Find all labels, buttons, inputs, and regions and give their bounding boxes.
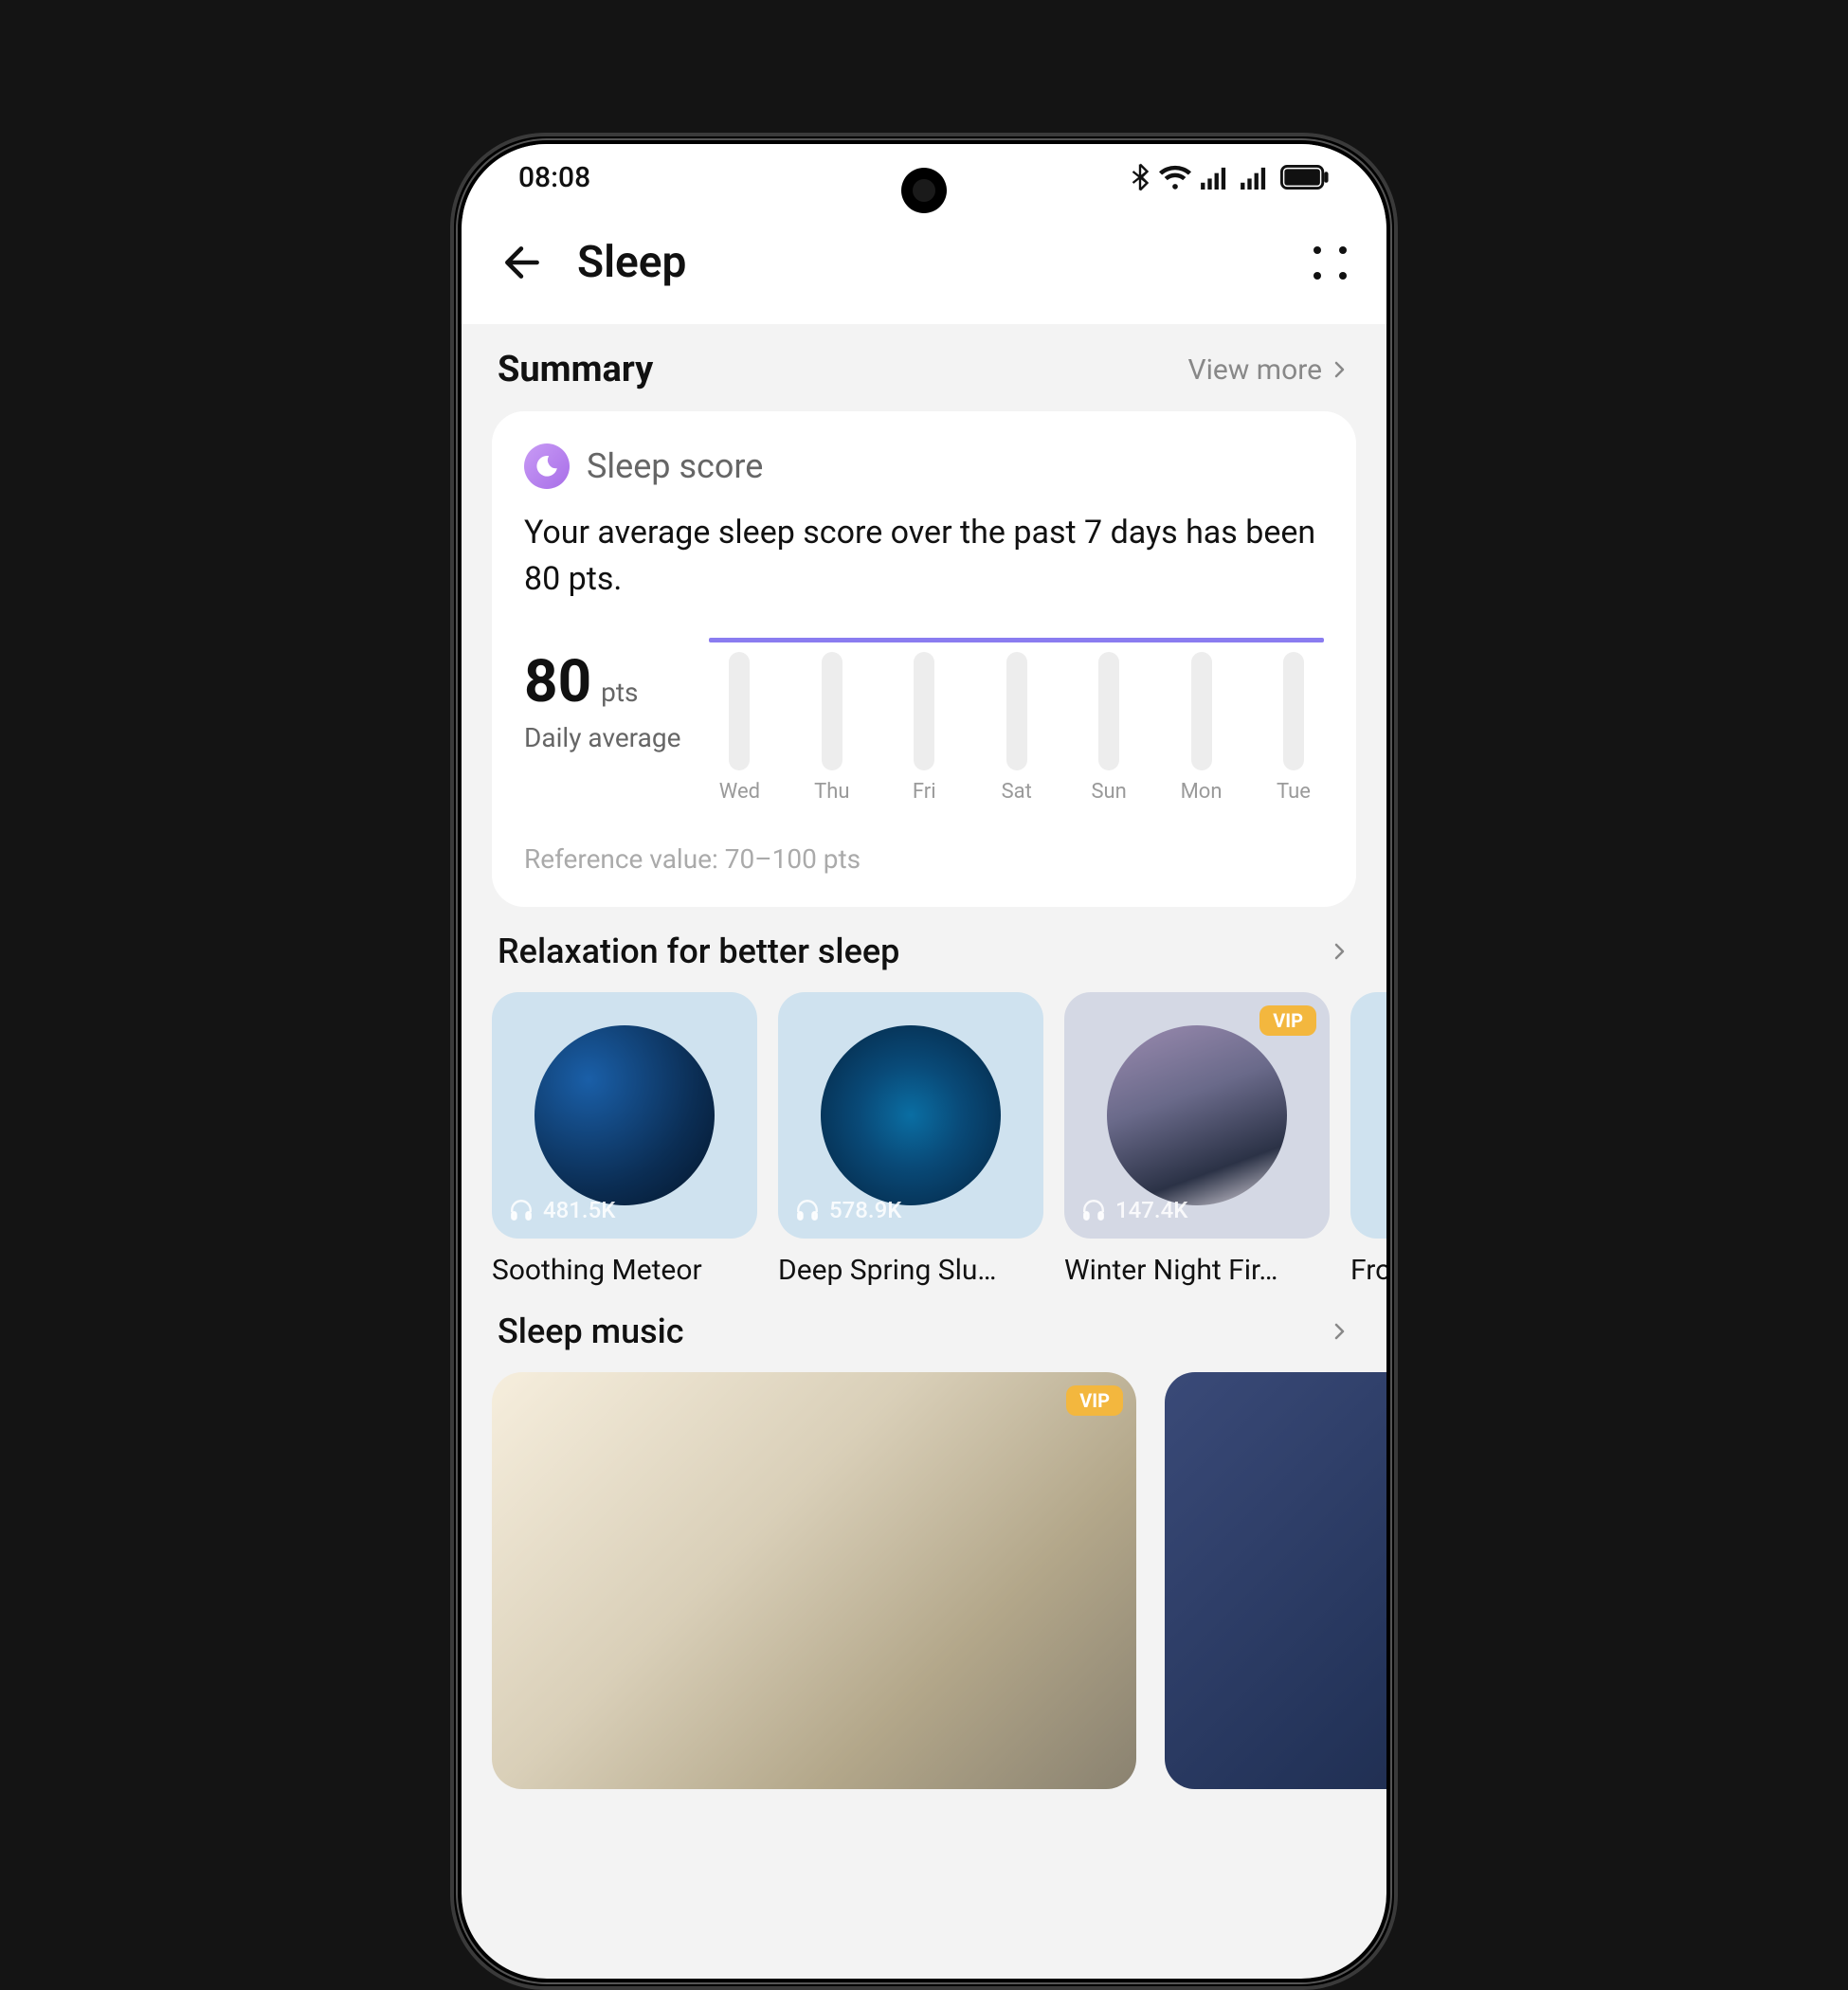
track-item[interactable]: 578.9K Deep Spring Slu… — [778, 992, 1043, 1287]
track-name: Deep Spring Slu… — [778, 1254, 1043, 1287]
track-item[interactable]: Fro… — [1350, 992, 1386, 1287]
chart-day-label: Mon — [1181, 780, 1223, 804]
sleep-music-header[interactable]: Sleep music — [492, 1287, 1356, 1372]
track-thumbnail: 578.9K — [778, 992, 1043, 1239]
track-image — [1107, 1025, 1287, 1205]
vip-badge: VIP — [1066, 1385, 1123, 1416]
track-name: Soothing Meteor — [492, 1254, 757, 1287]
chevron-right-icon — [1328, 358, 1350, 381]
reference-value: Reference value: 70–100 pts — [524, 843, 1324, 875]
chart-bar: Sun — [1080, 652, 1137, 804]
chart-day-label: Sun — [1091, 780, 1126, 804]
back-button[interactable] — [499, 239, 547, 286]
relaxation-header[interactable]: Relaxation for better sleep — [492, 907, 1356, 992]
chart-day-label: Thu — [814, 780, 849, 804]
track-name: Fro… — [1350, 1254, 1386, 1287]
screen: 08:08 Sleep Summary View more — [462, 144, 1386, 1979]
track-thumbnail — [1350, 992, 1386, 1239]
battery-icon — [1280, 165, 1330, 190]
track-image — [821, 1025, 1001, 1205]
play-count: 578.9K — [795, 1197, 901, 1223]
chart-bar: Fri — [896, 652, 952, 804]
headphones-icon — [509, 1198, 534, 1222]
summary-header: Summary View more — [492, 324, 1356, 411]
status-time: 08:08 — [518, 161, 590, 194]
sleep-score-value: 80 — [524, 647, 591, 716]
chart-bar: Wed — [711, 652, 768, 804]
chart-day-label: Sat — [1002, 780, 1032, 804]
page-title: Sleep — [577, 237, 1280, 288]
phone-frame: 08:08 Sleep Summary View more — [450, 133, 1398, 1990]
sleep-score-title: Sleep score — [587, 446, 763, 486]
chevron-right-icon — [1328, 1320, 1350, 1343]
track-thumbnail: VIP 147.4K — [1064, 992, 1330, 1239]
track-name: Winter Night Fir… — [1064, 1254, 1330, 1287]
chevron-right-icon — [1328, 940, 1350, 963]
sleep-music-list[interactable]: VIP — [462, 1372, 1386, 1789]
nav-bar: Sleep — [462, 201, 1386, 324]
track-item[interactable]: 481.5K Soothing Meteor — [492, 992, 757, 1287]
sleep-score-card[interactable]: Sleep score Your average sleep score ove… — [492, 411, 1356, 907]
chart-day-label: Wed — [719, 780, 760, 804]
summary-heading: Summary — [498, 349, 653, 390]
chart-bar: Tue — [1265, 652, 1322, 804]
bluetooth-icon — [1131, 163, 1150, 191]
sleep-score-sub: Daily average — [524, 722, 680, 753]
track-image — [534, 1025, 715, 1205]
relaxation-track-list[interactable]: 481.5K Soothing Meteor 578.9K Deep Spring S… — [462, 992, 1386, 1287]
front-camera — [901, 168, 947, 213]
wifi-icon — [1159, 165, 1191, 190]
moon-icon — [524, 443, 570, 489]
chart-bar: Mon — [1173, 652, 1230, 804]
chart-bar: Thu — [804, 652, 861, 804]
chart-day-label: Fri — [913, 780, 936, 804]
play-count: 147.4K — [1081, 1197, 1187, 1223]
sleep-score-unit: pts — [601, 677, 638, 708]
signal-icon — [1241, 165, 1271, 190]
signal-icon — [1201, 165, 1231, 190]
track-thumbnail: 481.5K — [492, 992, 757, 1239]
more-menu-button[interactable] — [1311, 244, 1349, 281]
headphones-icon — [795, 1198, 820, 1222]
music-card[interactable]: VIP — [492, 1372, 1136, 1789]
music-card[interactable] — [1165, 1372, 1386, 1789]
chart-bar: Sat — [988, 652, 1045, 804]
relaxation-heading: Relaxation for better sleep — [498, 932, 899, 971]
sleep-score-description: Your average sleep score over the past 7… — [524, 510, 1324, 604]
headphones-icon — [1081, 1198, 1106, 1222]
view-more-button[interactable]: View more — [1187, 353, 1350, 387]
sleep-music-heading: Sleep music — [498, 1312, 684, 1351]
chart-day-label: Tue — [1277, 780, 1311, 804]
vip-badge: VIP — [1259, 1005, 1316, 1036]
track-item[interactable]: VIP 147.4K Winter Night Fir… — [1064, 992, 1330, 1287]
sleep-score-chart: Wed Thu Fri Sat Sun Mon Tue — [709, 638, 1324, 804]
play-count: 481.5K — [509, 1197, 615, 1223]
